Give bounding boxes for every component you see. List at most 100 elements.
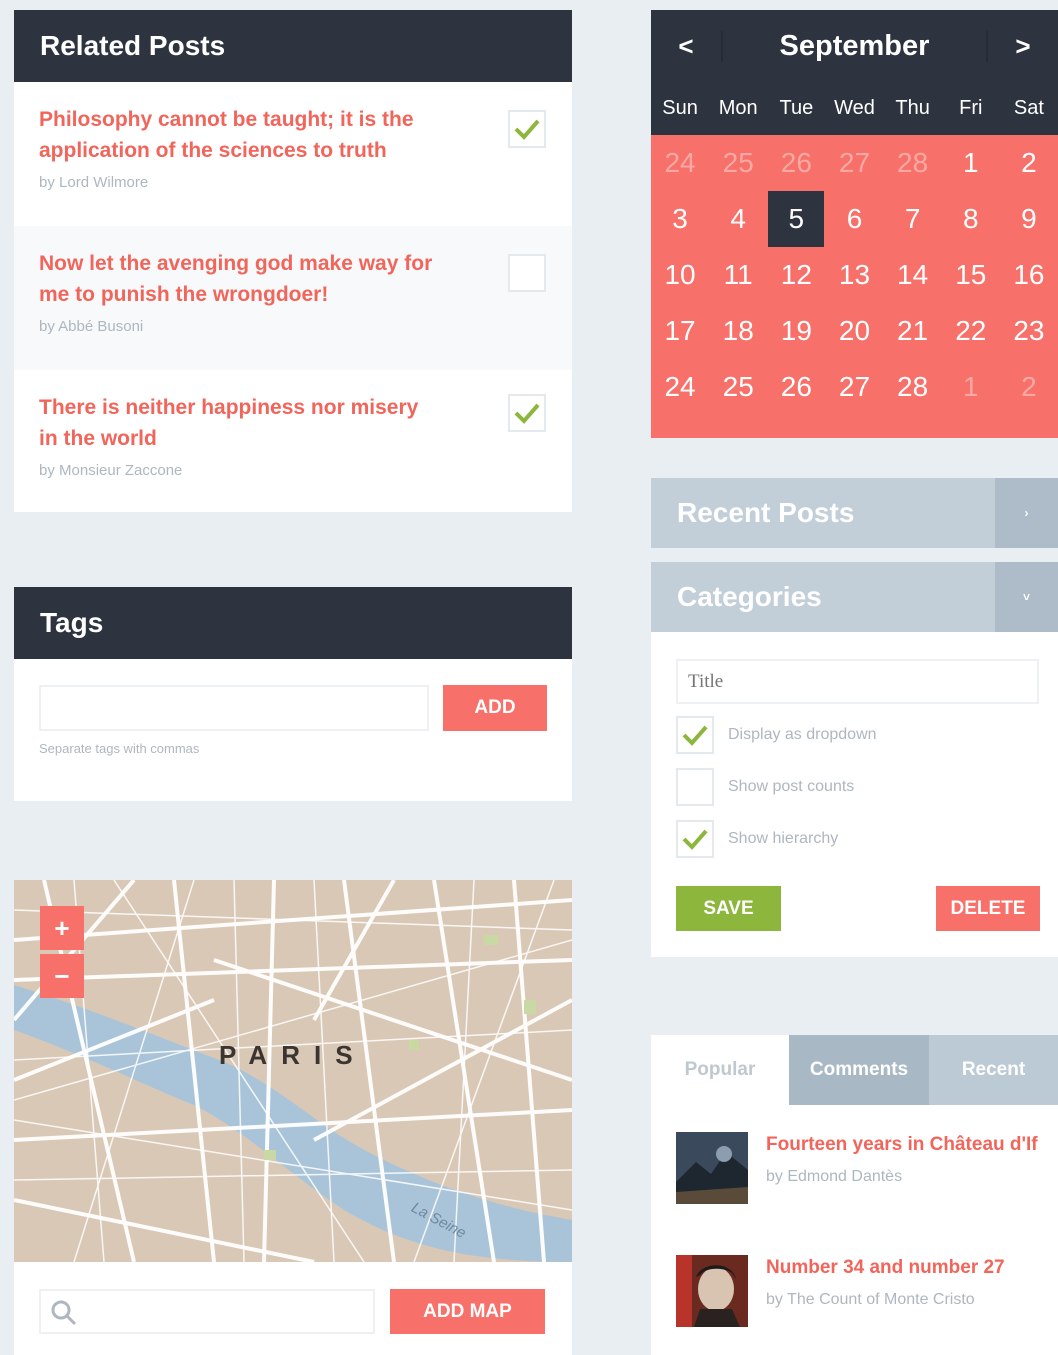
calendar-day[interactable]: 13: [825, 247, 883, 303]
calendar-day[interactable]: 1: [942, 359, 1000, 415]
recent-posts-accordion[interactable]: Recent Posts ›: [651, 478, 1058, 548]
calendar-day[interactable]: 27: [825, 359, 883, 415]
calendar-day[interactable]: 24: [651, 135, 709, 191]
calendar-day[interactable]: 3: [651, 191, 709, 247]
map-search-field[interactable]: [39, 1289, 375, 1334]
list-item: Fourteen years in Château d'If by Edmond…: [676, 1132, 1038, 1204]
tags-panel: Tags ADD Separate tags with commas: [14, 587, 572, 801]
save-button[interactable]: SAVE: [676, 886, 781, 931]
calendar-day[interactable]: 24: [651, 359, 709, 415]
post-author: by Edmond Dantès: [766, 1168, 903, 1185]
calendar-day[interactable]: 19: [767, 303, 825, 359]
calendar-day[interactable]: 10: [651, 247, 709, 303]
list-item: Philosophy cannot be taught; it is the a…: [14, 82, 572, 226]
check-icon: [682, 725, 708, 746]
zoom-out-button[interactable]: −: [40, 954, 84, 998]
calendar-day[interactable]: 11: [709, 247, 767, 303]
calendar-day[interactable]: 18: [709, 303, 767, 359]
calendar-widget: < September > Sun Mon Tue Wed Thu Fri Sat 24 25…: [651, 10, 1058, 438]
calendar-day[interactable]: 2: [1000, 359, 1058, 415]
calendar-day[interactable]: 14: [884, 247, 942, 303]
post-title-link[interactable]: Philosophy cannot be taught; it is the a…: [39, 104, 439, 166]
related-posts-panel: Related Posts Philosophy cannot be taugh…: [14, 10, 572, 512]
calendar-day[interactable]: 4: [709, 191, 767, 247]
calendar-day[interactable]: 27: [825, 135, 883, 191]
calendar-day[interactable]: 17: [651, 303, 709, 359]
post-author: by Monsieur Zaccone: [39, 462, 183, 479]
weekday-label: Sat: [1013, 97, 1044, 119]
tags-title: Tags: [14, 587, 572, 659]
tab-popular[interactable]: Popular: [651, 1035, 789, 1105]
calendar-day[interactable]: 25: [709, 135, 767, 191]
post-title-link[interactable]: There is neither happiness nor misery in…: [39, 392, 439, 454]
related-posts-title: Related Posts: [14, 10, 572, 82]
delete-button[interactable]: DELETE: [936, 886, 1040, 931]
option-label: Display as dropdown: [728, 726, 877, 743]
calendar-day[interactable]: 26: [767, 135, 825, 191]
calendar-day[interactable]: 16: [1000, 247, 1058, 303]
zoom-in-button[interactable]: +: [40, 906, 84, 950]
option-show-hierarchy[interactable]: Show hierarchy: [676, 820, 838, 858]
calendar-day[interactable]: 2: [1000, 135, 1058, 191]
category-title-input[interactable]: [676, 659, 1039, 704]
tab-comments[interactable]: Comments: [789, 1035, 929, 1105]
map-view[interactable]: + − PARIS La Seine: [14, 880, 572, 1262]
calendar-month: September: [779, 29, 930, 62]
calendar-day[interactable]: 28: [884, 135, 942, 191]
calendar-day[interactable]: 25: [709, 359, 767, 415]
add-map-button[interactable]: ADD MAP: [390, 1289, 545, 1334]
chevron-down-icon[interactable]: ˅: [995, 562, 1058, 632]
calendar-day[interactable]: 12: [767, 247, 825, 303]
search-icon: [51, 1300, 77, 1326]
display-dropdown-checkbox[interactable]: [676, 716, 714, 754]
calendar-grid: 24 25 26 27 28 1 2 3 4 5 6 7 8 9 10 11 12 13 14 15 16 17 18 19 2…: [651, 135, 1058, 438]
calendar-day[interactable]: 1: [942, 135, 1000, 191]
calendar-day[interactable]: 28: [884, 359, 942, 415]
post-author: by Lord Wilmore: [39, 174, 149, 191]
option-display-dropdown[interactable]: Display as dropdown: [676, 716, 877, 754]
tab-recent[interactable]: Recent: [929, 1035, 1058, 1105]
list-item: Number 34 and number 27 by The Count of …: [676, 1255, 1005, 1327]
calendar-day[interactable]: 8: [942, 191, 1000, 247]
post-checkbox[interactable]: [508, 110, 546, 148]
post-checkbox[interactable]: [508, 254, 546, 292]
map-streets: [14, 880, 572, 1262]
post-title-link[interactable]: Number 34 and number 27: [766, 1257, 1005, 1279]
tags-input[interactable]: [39, 685, 429, 731]
check-icon: [682, 829, 708, 850]
calendar-day[interactable]: 26: [767, 359, 825, 415]
list-item: Now let the avenging god make way for me…: [14, 226, 572, 370]
post-thumbnail[interactable]: [676, 1255, 748, 1327]
weekday-label: Thu: [895, 97, 930, 119]
post-thumbnail[interactable]: [676, 1132, 748, 1204]
option-label: Show post counts: [728, 778, 855, 795]
check-icon: [514, 119, 540, 140]
calendar-day[interactable]: 7: [884, 191, 942, 247]
show-post-counts-checkbox[interactable]: [676, 768, 714, 806]
option-label: Show hierarchy: [728, 830, 839, 847]
post-author: by The Count of Monte Cristo: [766, 1291, 975, 1308]
chevron-right-icon[interactable]: ›: [995, 478, 1058, 548]
post-checkbox[interactable]: [508, 394, 546, 432]
calendar-day[interactable]: 9: [1000, 191, 1058, 247]
add-tag-button[interactable]: ADD: [443, 685, 547, 731]
option-show-post-counts[interactable]: Show post counts: [676, 768, 854, 806]
post-title-link[interactable]: Now let the avenging god make way for me…: [39, 248, 439, 310]
calendar-prev-button[interactable]: <: [651, 30, 723, 62]
weekday-label: Sun: [662, 97, 698, 119]
calendar-day[interactable]: 23: [1000, 303, 1058, 359]
calendar-next-button[interactable]: >: [986, 30, 1058, 62]
check-icon: [514, 403, 540, 424]
post-title-link[interactable]: Fourteen years in Château d'If: [766, 1134, 1038, 1156]
calendar-weekdays: Sun Mon Tue Wed Thu Fri Sat: [651, 82, 1058, 135]
calendar-day[interactable]: 21: [884, 303, 942, 359]
calendar-day[interactable]: 22: [942, 303, 1000, 359]
calendar-day[interactable]: 6: [825, 191, 883, 247]
map-panel: + − PARIS La Seine ADD MAP: [14, 880, 572, 1355]
show-hierarchy-checkbox[interactable]: [676, 820, 714, 858]
tabbed-posts-widget: Popular Comments Recent Fourteen years i…: [651, 1035, 1058, 1355]
calendar-day[interactable]: 15: [942, 247, 1000, 303]
calendar-day[interactable]: 20: [825, 303, 883, 359]
calendar-day-today[interactable]: 5: [768, 191, 825, 247]
categories-accordion[interactable]: Categories ˅: [651, 562, 1058, 632]
